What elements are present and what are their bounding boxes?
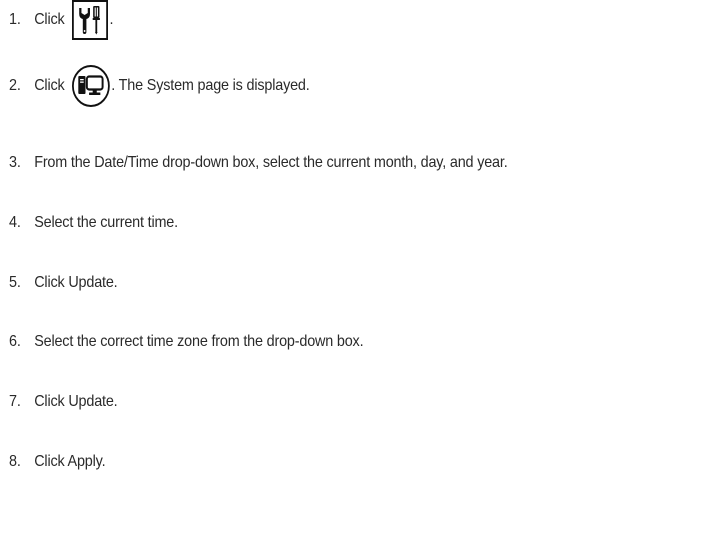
step-text: Click — [34, 11, 65, 28]
step-2: 2. Click . The System page is displayed. — [0, 65, 310, 107]
step-text-suffix: . — [109, 11, 114, 28]
step-text: Click Update. — [34, 274, 118, 291]
step-3: 3. From the Date/Time drop-down box, sel… — [0, 152, 508, 174]
step-text-suffix: . The System page is displayed. — [111, 77, 310, 94]
step-4: 4. Select the current time. — [0, 212, 178, 234]
system-computer-icon — [71, 65, 110, 107]
step-number: 5. — [9, 274, 21, 291]
step-number: 6. — [9, 333, 21, 350]
step-text: Click Update. — [34, 393, 118, 410]
step-6: 6. Select the correct time zone from the… — [0, 331, 364, 353]
step-number: 1. — [9, 11, 21, 28]
step-number: 4. — [9, 214, 21, 231]
step-1: 1. Click . — [0, 0, 114, 40]
step-number: 3. — [9, 154, 21, 171]
step-number: 2. — [9, 77, 21, 94]
step-5: 5. Click Update. — [0, 272, 118, 294]
step-text: Click Apply. — [34, 453, 106, 470]
step-7: 7. Click Update. — [0, 391, 118, 413]
step-8: 8. Click Apply. — [0, 451, 106, 473]
step-number: 8. — [9, 453, 21, 470]
step-number: 7. — [9, 393, 21, 410]
step-text: Select the correct time zone from the dr… — [34, 333, 364, 350]
step-text: Select the current time. — [34, 214, 178, 231]
step-text: Click — [34, 77, 65, 94]
tools-icon — [71, 0, 108, 40]
step-text: From the Date/Time drop-down box, select… — [34, 154, 508, 171]
